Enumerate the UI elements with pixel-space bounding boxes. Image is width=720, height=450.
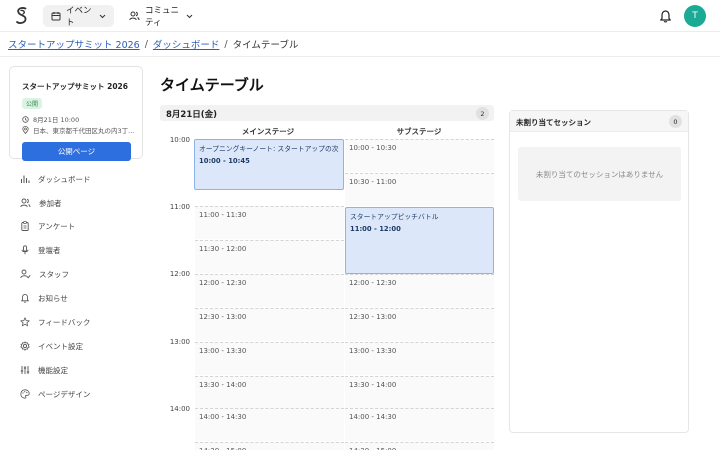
sliders-icon [20, 366, 30, 374]
time-slot[interactable]: 14:00 - 14:30 [195, 408, 344, 441]
top-navigation-bar: イベント コミュニティ T [0, 0, 720, 32]
time-slot[interactable]: 14:30 - 15:00 [195, 442, 344, 450]
sidebar-item-survey[interactable]: アンケート [20, 219, 75, 233]
sidebar-item-dashboard[interactable]: ダッシュボード [20, 172, 91, 186]
nav-community-label: コミュニティ [145, 6, 180, 28]
session-time: 10:00 - 10:45 [199, 157, 250, 165]
sidebar-item-feedback[interactable]: フィードバック [20, 315, 90, 329]
event-summary-card: スタートアップサミット 2026 公開 8月21日 10:00 日本、東京都千代… [9, 66, 143, 161]
breadcrumb-dashboard-link[interactable]: ダッシュボード [153, 37, 220, 51]
sidebar-item-label: 参加者 [39, 198, 62, 208]
time-slot[interactable]: 12:00 - 12:30 [345, 274, 494, 307]
unassigned-count-badge: 0 [669, 115, 682, 128]
hour-label: 12:00 [169, 270, 190, 278]
session-title: スタートアップピッチバトル [350, 213, 439, 221]
dashboard-icon [21, 175, 30, 183]
sidebar-item-label: ダッシュボード [38, 174, 91, 184]
notification-bell-icon[interactable] [659, 9, 672, 23]
palette-icon [20, 389, 30, 399]
hour-label: 11:00 [169, 203, 190, 211]
time-slot[interactable]: 13:30 - 14:00 [345, 376, 494, 409]
breadcrumb-event-link[interactable]: スタートアップサミット 2026 [8, 37, 140, 51]
sidebar-item-label: ページデザイン [38, 389, 91, 399]
chevron-down-icon [186, 14, 193, 18]
sidebar-item-staff[interactable]: スタッフ [20, 267, 69, 281]
time-slot[interactable]: 10:30 - 11:00 [345, 173, 494, 206]
location-pin-icon [22, 126, 29, 134]
unassigned-empty-state: 未割り当てのセッションはありません [518, 147, 681, 201]
hour-label: 13:00 [169, 338, 190, 346]
sidebar-item-label: お知らせ [38, 293, 68, 303]
breadcrumb-separator: / [144, 38, 148, 50]
breadcrumb-separator: / [224, 38, 228, 50]
unassigned-title: 未割り当てセッション [516, 118, 591, 127]
staff-icon [20, 269, 31, 279]
time-slot[interactable]: 13:00 - 13:30 [345, 342, 494, 375]
star-icon [20, 317, 30, 327]
sidebar-item-label: アンケート [38, 221, 76, 231]
nav-events-menu[interactable]: イベント [43, 5, 114, 28]
sidebar-item-label: 登壇者 [38, 245, 61, 255]
app-logo-icon[interactable] [13, 6, 31, 26]
event-date: 8月21日 10:00 [33, 116, 80, 124]
sidebar-item-event-settings[interactable]: イベント設定 [20, 339, 83, 353]
stage-header-main: メインステージ [241, 127, 295, 136]
unassigned-sessions-panel: 未割り当てセッション 0 未割り当てのセッションはありません [509, 110, 689, 433]
day-label: 8月21日(金) [166, 110, 218, 120]
time-slot[interactable]: 12:30 - 13:00 [195, 308, 344, 341]
sidebar-item-announcements[interactable]: お知らせ [20, 291, 68, 305]
breadcrumb: スタートアップサミット 2026 / ダッシュボード / タイムテーブル [0, 32, 720, 57]
sidebar-item-label: フィードバック [38, 317, 91, 327]
microphone-icon [21, 245, 29, 255]
sidebar: スタートアップサミット 2026 公開 8月21日 10:00 日本、東京都千代… [0, 58, 152, 450]
stage-header-sub: サブステージ [396, 127, 442, 136]
page-title: タイムテーブル [160, 76, 264, 94]
breadcrumb-current-page: タイムテーブル [232, 40, 299, 51]
hour-label: 14:00 [169, 405, 190, 413]
clipboard-icon [21, 221, 29, 231]
day-header: 8月21日(金) 2 [160, 105, 494, 121]
sidebar-item-participants[interactable]: 参加者 [20, 196, 62, 210]
event-location: 日本、東京都千代田区丸の内3丁... [33, 127, 135, 135]
time-slot[interactable]: 11:00 - 11:30 [195, 206, 344, 239]
status-badge: 公開 [22, 98, 43, 109]
time-slot[interactable]: 13:30 - 14:00 [195, 376, 344, 409]
user-avatar[interactable]: T [684, 5, 706, 27]
time-slot[interactable]: 12:00 - 12:30 [195, 274, 344, 307]
calendar-icon [51, 12, 61, 21]
session-count-badge: 2 [476, 107, 489, 120]
bell-icon [21, 294, 29, 303]
session-card[interactable]: オープニングキーノート: スタートアップの次の10年 10:00 - 10:45 [194, 139, 344, 190]
sidebar-item-page-design[interactable]: ページデザイン [20, 387, 90, 401]
people-icon [20, 198, 31, 208]
sidebar-item-label: スタッフ [39, 269, 69, 279]
sidebar-item-speakers[interactable]: 登壇者 [20, 243, 61, 257]
event-date-row: 8月21日 10:00 [22, 114, 79, 124]
time-slot[interactable]: 12:30 - 13:00 [345, 308, 494, 341]
session-time: 11:00 - 12:00 [350, 225, 401, 233]
time-slot[interactable]: 14:00 - 14:30 [345, 408, 494, 441]
sidebar-item-label: 機能設定 [38, 365, 68, 375]
chevron-down-icon [99, 14, 106, 18]
time-slot[interactable]: 11:30 - 12:00 [195, 240, 344, 273]
sidebar-item-feature-settings[interactable]: 機能設定 [20, 363, 68, 377]
time-slot[interactable]: 10:00 - 10:30 [345, 139, 494, 172]
nav-events-label: イベント [66, 6, 92, 28]
unassigned-header: 未割り当てセッション 0 [510, 111, 688, 132]
session-title: オープニングキーノート: スタートアップの次の10年 [199, 145, 339, 153]
public-page-button[interactable]: 公開ページ [22, 142, 131, 161]
clock-icon [22, 115, 29, 123]
session-card[interactable]: スタートアップピッチバトル 11:00 - 12:00 [345, 207, 494, 274]
event-location-row: 日本、東京都千代田区丸の内3丁... [22, 125, 134, 135]
people-icon [129, 11, 140, 21]
time-slot[interactable]: 13:00 - 13:30 [195, 342, 344, 375]
sidebar-item-label: イベント設定 [38, 341, 83, 351]
gear-icon [20, 341, 30, 351]
event-title: スタートアップサミット 2026 [22, 82, 128, 91]
time-slot[interactable]: 14:30 - 15:00 [345, 442, 494, 450]
hour-label: 10:00 [169, 136, 190, 144]
nav-community-menu[interactable]: コミュニティ [121, 5, 201, 28]
